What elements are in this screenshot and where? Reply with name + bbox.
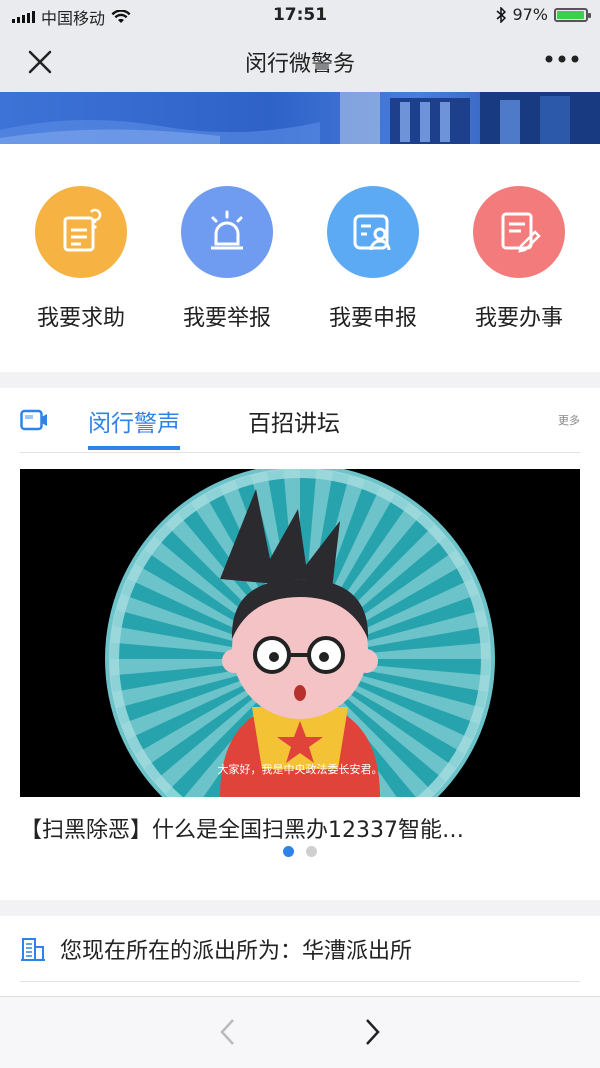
banner-image[interactable] — [0, 92, 600, 144]
page-title: 闵行微警务 — [244, 52, 355, 77]
bottom-nav — [0, 996, 600, 1068]
video-thumbnail — [20, 469, 580, 797]
chevron-right-icon[interactable] — [359, 1017, 385, 1047]
carousel-dot[interactable] — [306, 846, 317, 857]
service-report[interactable]: 我要举报 — [162, 186, 292, 332]
nav-bar: 闵行微警务 — [0, 30, 600, 92]
alarm-light-icon — [181, 186, 273, 278]
edit-form-icon — [473, 186, 565, 278]
tab-minhang-voice[interactable]: 闵行警声 — [88, 404, 180, 450]
more-dots-icon[interactable] — [544, 54, 580, 64]
chevron-left-icon[interactable] — [215, 1017, 241, 1047]
service-help[interactable]: 我要求助 — [16, 186, 146, 332]
service-label: 我要求助 — [36, 306, 125, 331]
more-link[interactable]: 更多 — [558, 412, 580, 428]
help-document-icon — [35, 186, 127, 278]
service-declare[interactable]: 我要申报 — [308, 186, 438, 332]
battery-percent: 97% — [512, 5, 548, 24]
carousel-dots — [0, 846, 600, 857]
building-icon — [21, 938, 45, 961]
service-label: 我要申报 — [328, 306, 417, 331]
service-label: 我要办事 — [474, 306, 563, 331]
service-grid: 我要求助 我要举报 我要申报 我要办事 — [0, 144, 600, 372]
video-icon — [20, 409, 47, 431]
carousel-dot[interactable] — [283, 846, 294, 857]
bluetooth-icon — [496, 6, 507, 23]
station-text: 您现在所在的派出所为：华漕派出所 — [60, 939, 413, 964]
service-business[interactable]: 我要办事 — [454, 186, 584, 332]
id-card-person-icon — [327, 186, 419, 278]
news-tabs: 闵行警声 百招讲坛 — [20, 388, 580, 453]
status-bar: 中国移动 17:51 97% — [0, 0, 600, 30]
battery-icon — [554, 7, 591, 22]
video-title[interactable]: 【扫黑除恶】什么是全国扫黑办12337智能… — [20, 812, 580, 844]
video-subtitle: 大家好，我是中央政法委长安君。 — [217, 763, 383, 776]
tab-lecture[interactable]: 百招讲坛 — [248, 404, 340, 438]
news-section: 闵行警声 百招讲坛 更多 大家好，我是中央政法委长安君。 【扫黑除恶】什么是全国… — [0, 388, 600, 900]
police-station-info: 您现在所在的派出所为：华漕派出所 — [0, 916, 600, 996]
service-label: 我要举报 — [182, 306, 271, 331]
video-player[interactable]: 大家好，我是中央政法委长安君。 — [20, 469, 580, 797]
